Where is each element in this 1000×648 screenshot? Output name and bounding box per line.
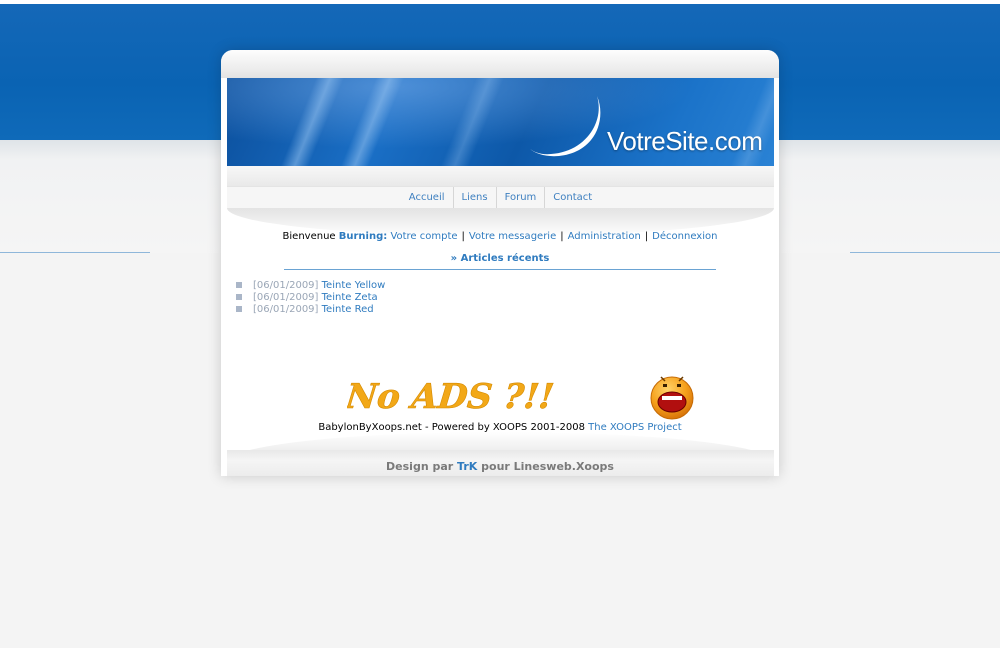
username: Burning:: [338, 231, 388, 242]
logout-link[interactable]: Déconnexion: [652, 231, 717, 242]
no-ads-text: No ADS ?!!: [347, 377, 556, 417]
main-menu: Accueil Liens Forum Contact: [227, 186, 774, 209]
list-item: [06/01/2009] Teinte Zeta: [236, 292, 385, 304]
separator: |: [560, 231, 564, 242]
banner-base: [227, 166, 774, 186]
separator: |: [461, 231, 465, 242]
square-bullet-icon: [236, 306, 242, 312]
powered-text: BabylonByXoops.net - Powered by XOOPS 20…: [318, 422, 585, 433]
square-bullet-icon: [236, 282, 242, 288]
banner-light-streak: [431, 78, 509, 166]
page-frame: VotreSite.com Accueil Liens Forum Contact B…: [221, 50, 779, 476]
square-bullet-icon: [236, 294, 242, 300]
design-suffix: pour Linesweb.Xoops: [481, 460, 614, 473]
administration-link[interactable]: Administration: [568, 231, 641, 242]
frame-top-edge: [221, 50, 779, 78]
menu-item-forum[interactable]: Forum: [497, 187, 546, 209]
site-logo-text[interactable]: VotreSite.com: [607, 126, 763, 157]
xoops-project-link[interactable]: The XOOPS Project: [588, 422, 682, 433]
right-divider: [850, 252, 1000, 253]
article-link[interactable]: Teinte Red: [322, 304, 374, 315]
article-date: [06/01/2009]: [253, 304, 319, 315]
site-banner: VotreSite.com: [227, 78, 774, 166]
list-item: [06/01/2009] Teinte Red: [236, 304, 385, 316]
menu-item-liens[interactable]: Liens: [454, 187, 497, 209]
banner-light-streak: [271, 78, 349, 166]
account-link[interactable]: Votre compte: [390, 231, 457, 242]
design-credit: Design par TrK pour Linesweb.Xoops: [221, 460, 779, 473]
no-ads-banner: No ADS ?!!: [347, 377, 556, 417]
shouting-smiley-icon: [650, 376, 694, 420]
separator: |: [644, 231, 649, 242]
banner-light-streak: [331, 78, 409, 166]
messages-link[interactable]: Votre messagerie: [469, 231, 556, 242]
menu-item-contact[interactable]: Contact: [545, 187, 600, 209]
article-date: [06/01/2009]: [253, 292, 319, 303]
designer-link[interactable]: TrK: [457, 460, 477, 473]
article-link[interactable]: Teinte Yellow: [322, 280, 386, 291]
menu-item-accueil[interactable]: Accueil: [401, 187, 454, 209]
article-link[interactable]: Teinte Zeta: [322, 292, 378, 303]
user-bar: Bienvenue Burning: Votre compte | Votre me…: [221, 231, 779, 242]
recent-articles-list: [06/01/2009] Teinte Yellow [06/01/2009] …: [236, 280, 385, 316]
list-item: [06/01/2009] Teinte Yellow: [236, 280, 385, 292]
recent-articles-rule: [284, 269, 716, 270]
left-divider: [0, 252, 150, 253]
welcome-text: Bienvenue: [282, 231, 336, 242]
crescent-logo-icon: [529, 96, 601, 157]
article-date: [06/01/2009]: [253, 280, 319, 291]
design-prefix: Design par: [386, 460, 454, 473]
recent-articles-title[interactable]: » Articles récents: [221, 253, 779, 264]
